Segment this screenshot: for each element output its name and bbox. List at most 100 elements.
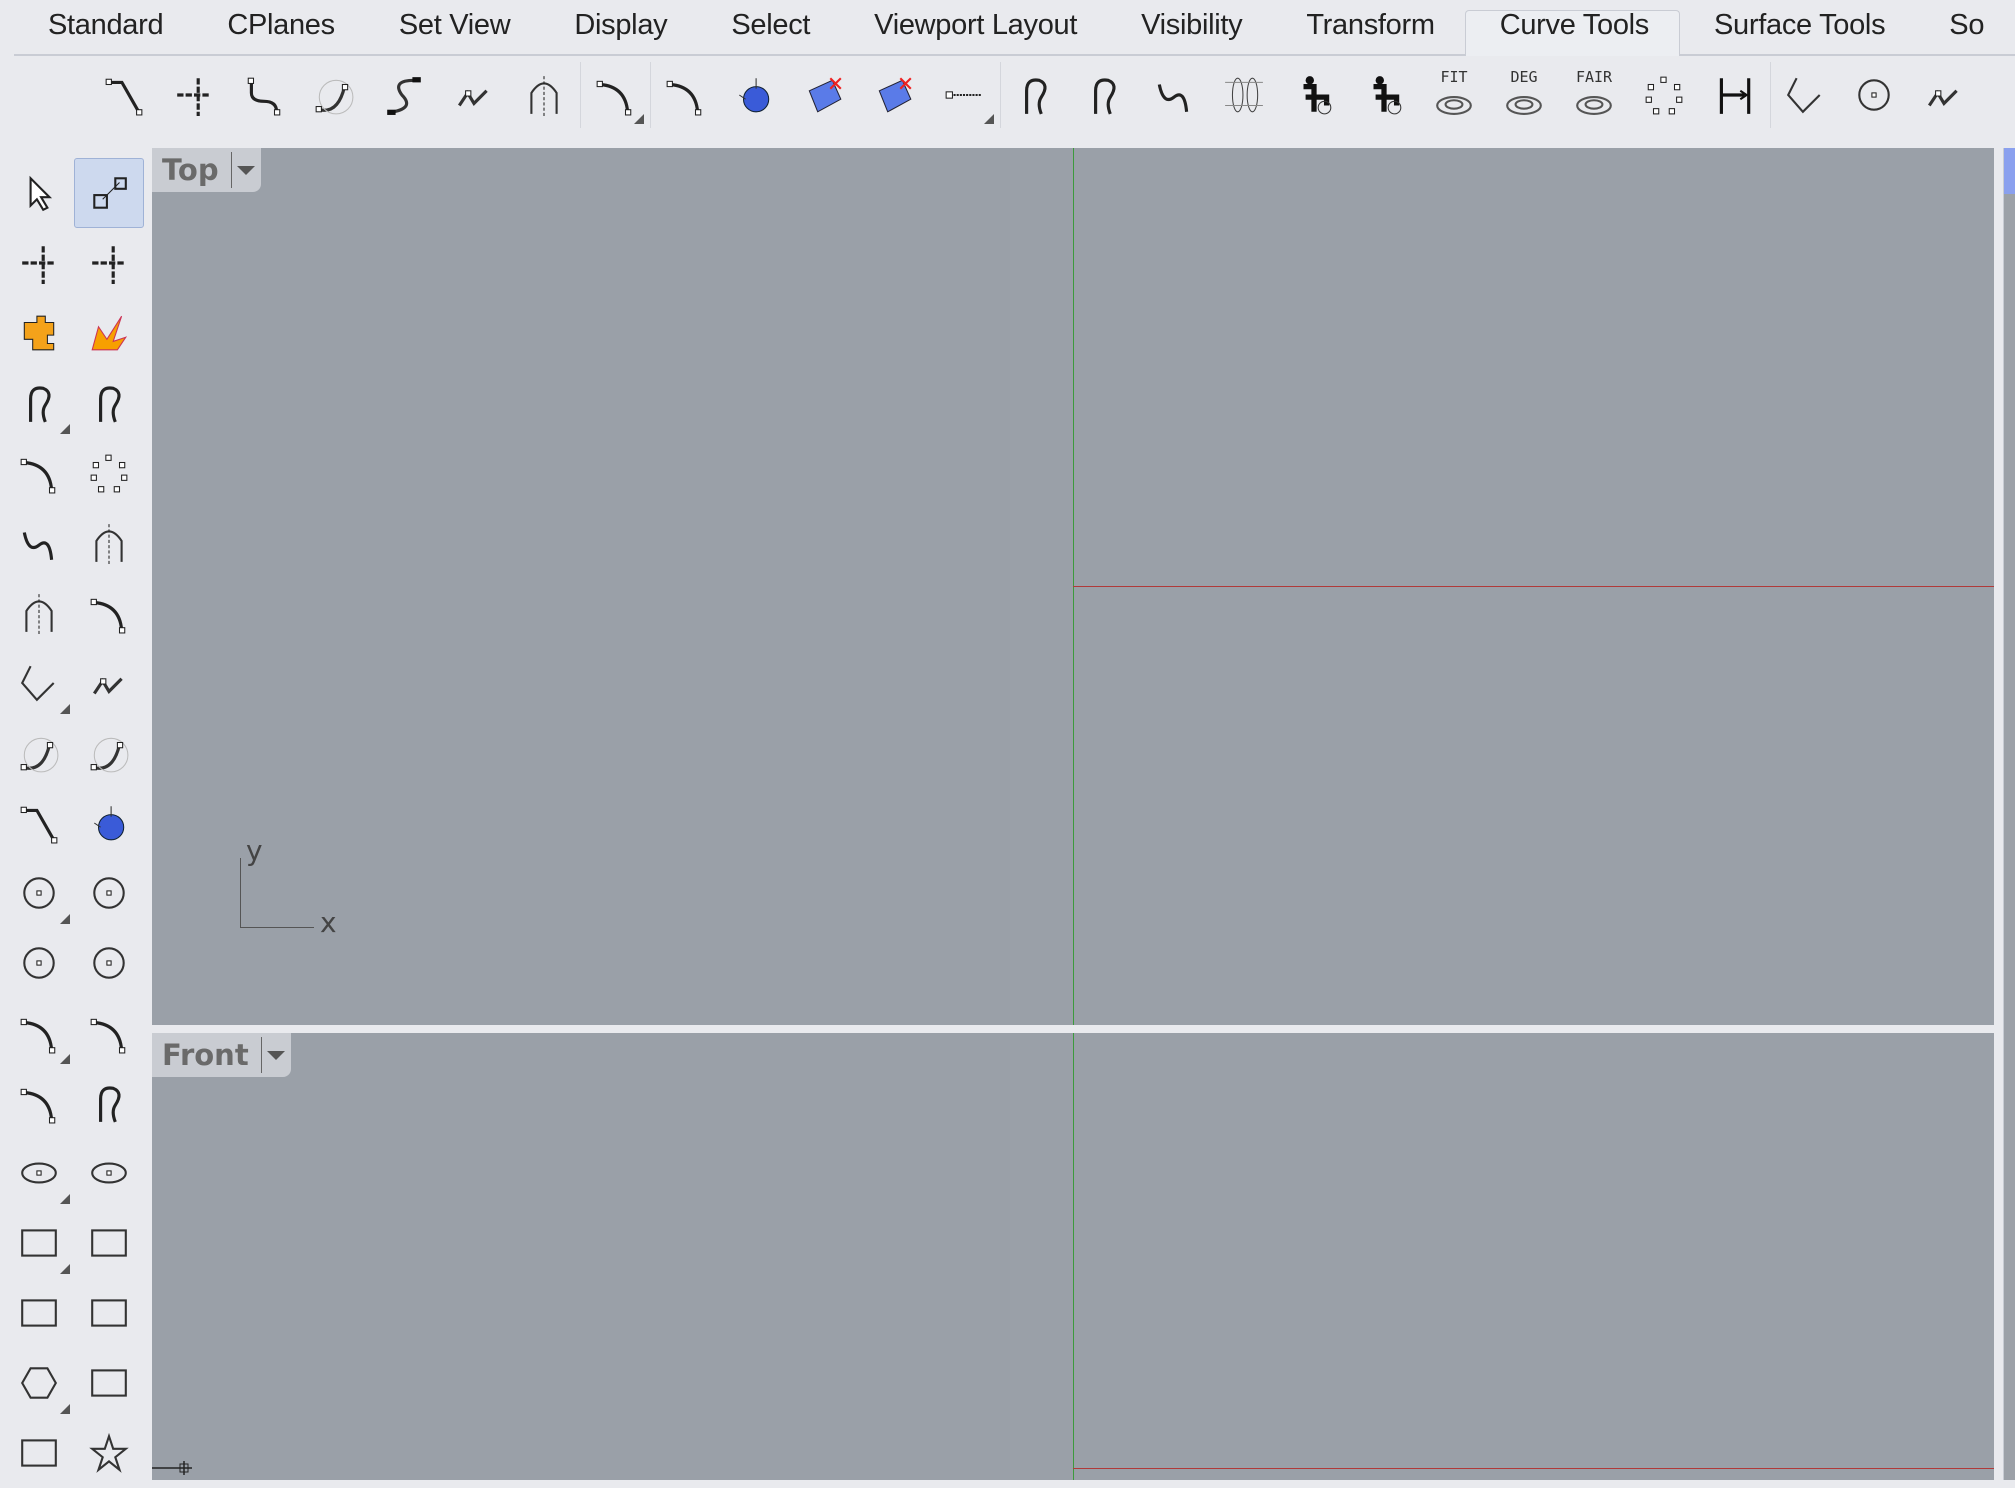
- polygon-edge-button[interactable]: [74, 1348, 144, 1418]
- sketch-curve-button[interactable]: [4, 508, 74, 578]
- connect-curves-button[interactable]: [370, 62, 438, 128]
- tab-curve-tools[interactable]: Curve Tools: [1464, 9, 1680, 56]
- viewport-title-top[interactable]: Top: [152, 148, 261, 192]
- symmetry-button[interactable]: [510, 62, 578, 128]
- polyline-button[interactable]: [4, 648, 74, 718]
- flyout-indicator-icon[interactable]: [60, 1404, 70, 1414]
- tab-set-view[interactable]: Set View: [365, 2, 541, 54]
- fillet-corners-button[interactable]: [90, 62, 158, 128]
- tab-visibility[interactable]: Visibility: [1107, 2, 1272, 54]
- parabola-button[interactable]: [74, 508, 144, 578]
- conic-button[interactable]: [74, 578, 144, 648]
- tab-cplanes[interactable]: CPlanes: [193, 2, 365, 54]
- select-arrow-button[interactable]: [4, 158, 74, 228]
- flyout-indicator-icon[interactable]: [60, 914, 70, 924]
- flyout-indicator-icon[interactable]: [60, 1194, 70, 1204]
- rectangle-3pt-button[interactable]: [74, 1278, 144, 1348]
- adjustable-blend-button[interactable]: [300, 62, 368, 128]
- control-polygon-button[interactable]: [1910, 62, 1978, 128]
- tab-so[interactable]: So: [1915, 2, 2014, 54]
- square-button[interactable]: [4, 1418, 74, 1488]
- make-non-periodic-button[interactable]: [1350, 62, 1418, 128]
- flyout-indicator-icon[interactable]: [60, 424, 70, 434]
- polyline-button[interactable]: [1770, 62, 1838, 128]
- fair-curve-button[interactable]: FAIR: [1560, 62, 1628, 128]
- extend-curve-button[interactable]: [160, 62, 228, 128]
- tab-viewport-layout[interactable]: Viewport Layout: [840, 2, 1107, 54]
- make-periodic-button[interactable]: [1280, 62, 1348, 128]
- sphere-line-button[interactable]: [74, 788, 144, 858]
- tab-standard[interactable]: Standard: [14, 2, 193, 54]
- line-button[interactable]: [74, 648, 144, 718]
- blend-curves-button[interactable]: [230, 62, 298, 128]
- cylinder-section-button[interactable]: [1210, 62, 1278, 128]
- arc-3pt-button[interactable]: [74, 998, 144, 1068]
- puzzle-icon: [23, 315, 55, 351]
- ellipse-center-button[interactable]: [4, 1138, 74, 1208]
- viewport-splitter[interactable]: [152, 1025, 1994, 1033]
- chevron-down-icon[interactable]: [260, 1037, 291, 1073]
- circle-tangent-button[interactable]: [74, 928, 144, 998]
- interpolate-curve-icon: [20, 458, 56, 494]
- puzzle-button[interactable]: [4, 298, 74, 368]
- extend-by-line-icon: [945, 91, 981, 99]
- viewport-top[interactable]: Top y x: [152, 148, 1994, 1025]
- line-tangent-button[interactable]: [4, 718, 74, 788]
- tab-select[interactable]: Select: [697, 2, 840, 54]
- rectangle-center-button[interactable]: [74, 1208, 144, 1278]
- side-panel-scrollbar[interactable]: [2003, 148, 2015, 1480]
- flyout-indicator-icon[interactable]: [60, 1264, 70, 1274]
- curve-through-polyline-button[interactable]: [1140, 62, 1208, 128]
- viewport-label: Front: [162, 1038, 249, 1072]
- star-button[interactable]: [74, 1418, 144, 1488]
- closed-curve-points-button[interactable]: [74, 368, 144, 438]
- circle-3pt-button[interactable]: [4, 928, 74, 998]
- cplane-button[interactable]: [4, 228, 74, 298]
- flyout-indicator-icon[interactable]: [60, 1054, 70, 1064]
- flyout-indicator-icon[interactable]: [60, 704, 70, 714]
- flyout-indicator-icon[interactable]: [984, 114, 994, 124]
- circle-center-button[interactable]: [4, 858, 74, 928]
- tab-transform[interactable]: Transform: [1272, 2, 1464, 54]
- square-icon: [21, 1439, 57, 1467]
- project-curve-button[interactable]: [860, 62, 928, 128]
- line-normal-button[interactable]: [4, 788, 74, 858]
- change-degree-button[interactable]: DEG: [1490, 62, 1558, 128]
- flamingo-button[interactable]: [74, 298, 144, 368]
- flyout-indicator-icon[interactable]: [634, 114, 644, 124]
- change-seam-button[interactable]: [1000, 62, 1068, 128]
- extend-by-line-button[interactable]: [930, 62, 998, 128]
- fit-curve-button[interactable]: FIT: [1420, 62, 1488, 128]
- ellipse-diameter-button[interactable]: [74, 1138, 144, 1208]
- arc-tangent-button[interactable]: [4, 1068, 74, 1138]
- arc-extend-button[interactable]: [74, 1068, 144, 1138]
- hyperbola-button[interactable]: [4, 578, 74, 648]
- polygon-center-button[interactable]: [4, 1348, 74, 1418]
- rectangle-corner-button[interactable]: [4, 1208, 74, 1278]
- viewport-front[interactable]: Front: [152, 1033, 1994, 1480]
- gumball-button[interactable]: [74, 228, 144, 298]
- viewport-title-front[interactable]: Front: [152, 1033, 291, 1077]
- tab-display[interactable]: Display: [540, 2, 697, 54]
- delete-control-point-button[interactable]: [790, 62, 858, 128]
- tab-surface-tools[interactable]: Surface Tools: [1680, 2, 1915, 54]
- points-circle-button[interactable]: [1630, 62, 1698, 128]
- points-on-button[interactable]: [74, 158, 144, 228]
- pull-to-surface-button[interactable]: [720, 62, 788, 128]
- rounded-rectangle-button[interactable]: [4, 1278, 74, 1348]
- match-curve-button[interactable]: [1700, 62, 1768, 128]
- interpolate-curve-button[interactable]: [4, 438, 74, 508]
- circle-diameter-button[interactable]: [74, 858, 144, 928]
- arc-center-button[interactable]: [4, 998, 74, 1068]
- scrollbar-thumb[interactable]: [2004, 148, 2015, 194]
- chevron-down-icon[interactable]: [230, 152, 261, 188]
- rebuild-curve-button[interactable]: [650, 62, 718, 128]
- closed-curve-button[interactable]: [1070, 62, 1138, 128]
- curve-points-button[interactable]: [4, 368, 74, 438]
- line-perpendicular-button[interactable]: [74, 718, 144, 788]
- control-point-curve-button[interactable]: [74, 438, 144, 508]
- line-icon: [92, 677, 123, 695]
- offset-polyline-button[interactable]: [440, 62, 508, 128]
- offset-curve-button[interactable]: [580, 62, 648, 128]
- circle-points-button[interactable]: [1840, 62, 1908, 128]
